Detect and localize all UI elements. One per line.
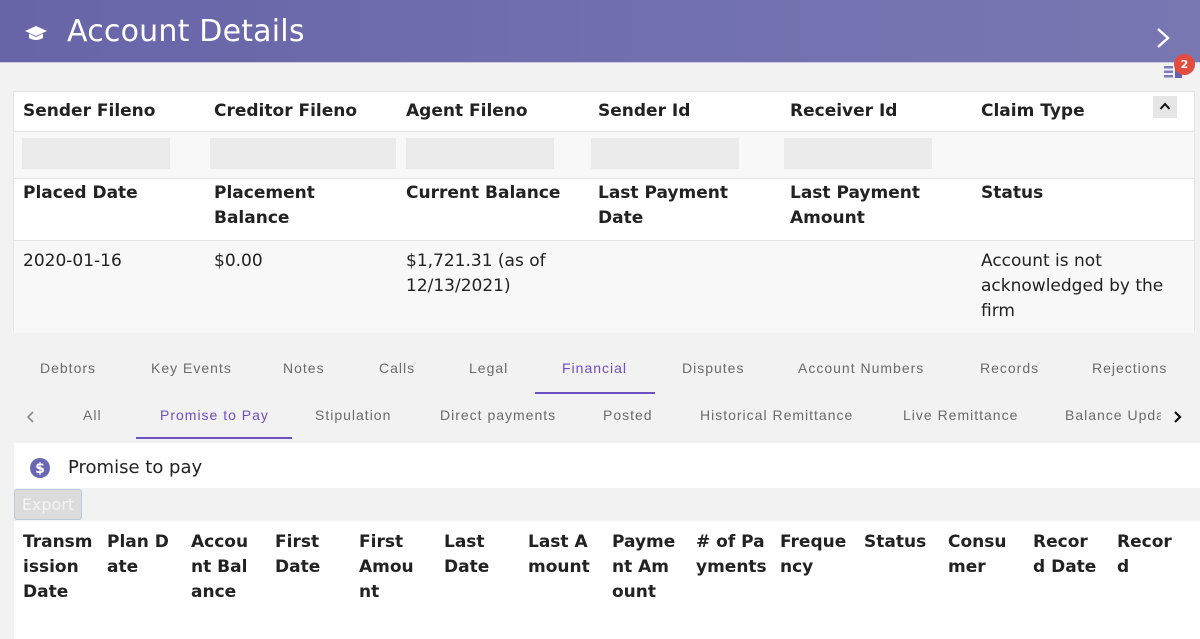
column-header[interactable]: Account Balance xyxy=(191,530,257,605)
column-header[interactable]: Frequency xyxy=(780,530,850,580)
svg-text:$: $ xyxy=(35,461,45,477)
export-button[interactable]: Export xyxy=(14,489,82,520)
promise-to-pay-table: Transmission Date Plan Date Account Bala… xyxy=(14,521,1200,639)
header-receiver-id: Receiver Id xyxy=(790,101,898,121)
column-header[interactable]: First Date xyxy=(275,530,335,580)
sender-fileno-value xyxy=(22,138,170,169)
summary-value-row-1 xyxy=(14,132,1194,179)
page-title: Account Details xyxy=(67,14,305,49)
header-sender-id: Sender Id xyxy=(598,101,691,121)
agent-fileno-value xyxy=(406,138,554,169)
header-claim-type: Claim Type xyxy=(981,101,1085,121)
summary-header-row-2: Placed Date Placement Balance Current Ba… xyxy=(14,179,1194,241)
summary-value-row-2: 2020-01-16 $0.00 $1,721.31 (as of 12/13/… xyxy=(14,241,1194,333)
summary-header-row-1: Sender Fileno Creditor Fileno Agent File… xyxy=(14,92,1194,132)
tab-notes[interactable]: Notes xyxy=(283,360,325,376)
column-header[interactable]: Status xyxy=(864,530,934,555)
header-last-payment-date: Last Payment Date xyxy=(598,183,728,228)
tab-account-numbers[interactable]: Account Numbers xyxy=(798,360,924,376)
subtab-direct-payments[interactable]: Direct payments xyxy=(440,407,556,423)
tab-rejections[interactable]: Rejections xyxy=(1092,360,1167,376)
subtab-stipulation[interactable]: Stipulation xyxy=(315,407,391,423)
header-agent-fileno: Agent Fileno xyxy=(406,101,528,121)
subtab-promise-to-pay[interactable]: Promise to Pay xyxy=(160,407,269,423)
column-header[interactable]: Payment Amount xyxy=(612,530,680,605)
chevron-left-icon[interactable] xyxy=(26,410,36,424)
sub-tabs: All Promise to Pay Stipulation Direct pa… xyxy=(0,398,1200,440)
app-header: Account Details xyxy=(0,0,1200,63)
header-creditor-fileno: Creditor Fileno xyxy=(214,101,358,121)
promise-to-pay-panel-header: $ Promise to pay xyxy=(14,443,1200,488)
subtab-balance-updates[interactable]: Balance Upda xyxy=(1065,407,1161,423)
subtab-all[interactable]: All xyxy=(83,407,102,423)
header-placement-balance: Placement Balance xyxy=(214,183,315,228)
status-value: Account is not acknowledged by the firm xyxy=(981,251,1164,321)
column-header[interactable]: Record xyxy=(1117,530,1177,580)
account-summary-card: Sender Fileno Creditor Fileno Agent File… xyxy=(13,91,1195,333)
column-header[interactable]: Consumer xyxy=(948,530,1014,580)
main-tabs: Debtors Key Events Notes Calls Legal Fin… xyxy=(0,352,1200,394)
header-placed-date: Placed Date xyxy=(23,183,138,203)
column-header[interactable]: # of Payments xyxy=(696,530,768,580)
column-header[interactable]: Plan Date xyxy=(107,530,177,580)
chevron-right-icon[interactable] xyxy=(1153,26,1173,50)
subtab-live-remittance[interactable]: Live Remittance xyxy=(903,407,1018,423)
notification-badge: 2 xyxy=(1174,54,1195,75)
dollar-circle-icon: $ xyxy=(30,458,50,478)
column-header[interactable]: Last Amount xyxy=(528,530,590,580)
current-balance-value: $1,721.31 (as of 12/13/2021) xyxy=(406,251,546,296)
tab-calls[interactable]: Calls xyxy=(379,360,415,376)
graduation-cap-icon xyxy=(25,26,47,40)
header-sender-fileno: Sender Fileno xyxy=(23,101,156,121)
column-header[interactable]: First Amount xyxy=(359,530,421,605)
column-header[interactable]: Record Date xyxy=(1033,530,1099,580)
chevron-up-icon xyxy=(1159,102,1171,110)
collapse-button[interactable] xyxy=(1153,96,1177,118)
active-tab-indicator xyxy=(535,392,655,394)
sender-id-value xyxy=(591,138,739,169)
placed-date-value: 2020-01-16 xyxy=(23,251,122,271)
header-status: Status xyxy=(981,183,1044,203)
active-subtab-indicator xyxy=(136,437,292,439)
chevron-right-icon[interactable] xyxy=(1172,410,1182,424)
column-header[interactable]: Last Date xyxy=(444,530,504,580)
tab-legal[interactable]: Legal xyxy=(469,360,508,376)
tab-financial[interactable]: Financial xyxy=(562,360,627,376)
receiver-id-value xyxy=(784,138,932,169)
column-header[interactable]: Transmission Date xyxy=(23,530,93,605)
creditor-fileno-value xyxy=(210,138,396,169)
notifications-button[interactable]: 2 xyxy=(1161,54,1197,84)
panel-title: Promise to pay xyxy=(68,457,203,478)
placement-balance-value: $0.00 xyxy=(214,251,263,271)
subtab-posted[interactable]: Posted xyxy=(603,407,653,423)
subtab-historical-remittance[interactable]: Historical Remittance xyxy=(700,407,853,423)
tab-debtors[interactable]: Debtors xyxy=(40,360,96,376)
tab-records[interactable]: Records xyxy=(980,360,1039,376)
tab-disputes[interactable]: Disputes xyxy=(682,360,744,376)
table-toolbar: Export xyxy=(14,488,1200,521)
tab-key-events[interactable]: Key Events xyxy=(151,360,232,376)
header-current-balance: Current Balance xyxy=(406,183,561,203)
header-last-payment-amount: Last Payment Amount xyxy=(790,183,920,228)
